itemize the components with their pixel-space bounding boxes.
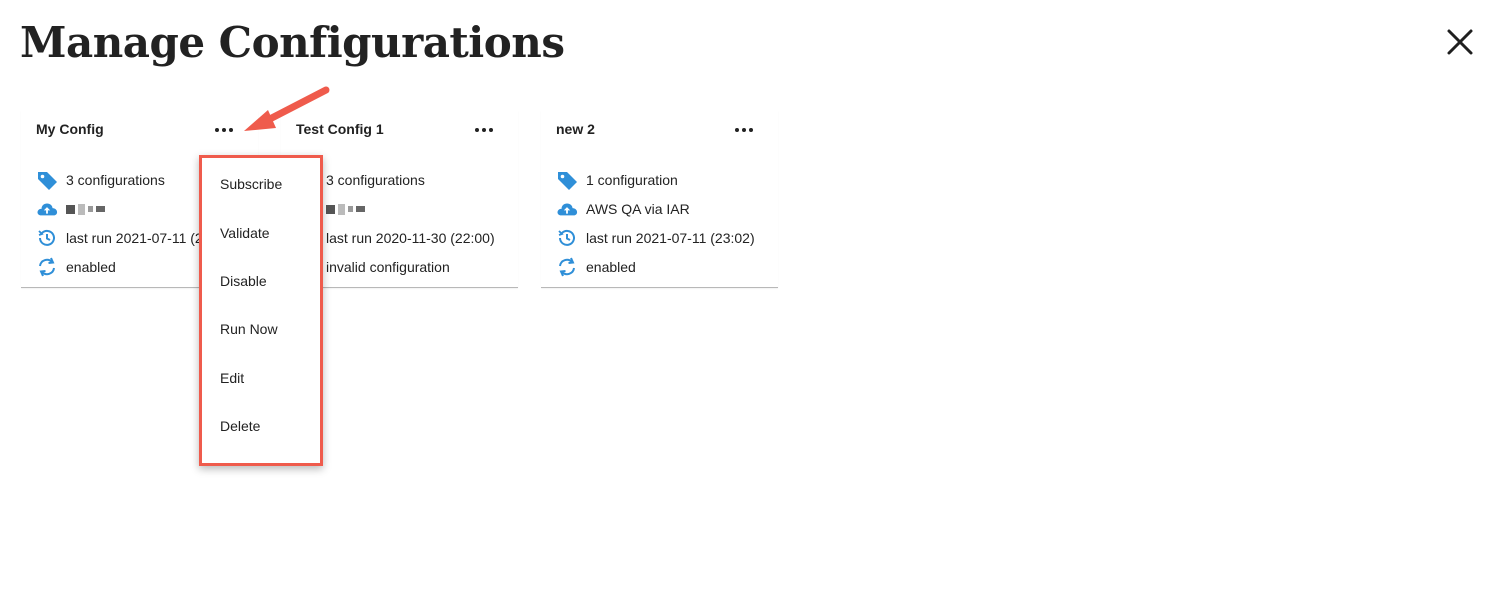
card-title: new 2 [556,121,595,137]
more-horizontal-icon [474,128,495,132]
more-options-button[interactable] [731,116,757,144]
last-run-text: last run 2021-07-11 (2 [66,230,203,246]
destination-row: AWS QA via IAR [556,198,690,220]
menu-item-validate[interactable]: Validate [220,225,270,241]
clock-history-icon [36,227,58,249]
sync-icon [556,256,578,278]
tag-icon [36,169,58,191]
configurations-count: 3 configurations [326,172,425,188]
destination-row [36,198,105,220]
menu-item-edit[interactable]: Edit [220,370,244,386]
card-actions-menu: Subscribe Validate Disable Run Now Edit … [199,155,323,466]
more-options-button[interactable] [471,116,497,144]
close-button[interactable] [1442,24,1478,60]
last-run-row: last run 2020-11-30 (22:00) [296,227,495,249]
clock-history-icon [556,227,578,249]
page-title: Manage Configurations [20,18,565,67]
annotation-arrow-icon [244,86,330,131]
status-row: enabled [36,256,116,278]
configurations-count: 3 configurations [66,172,165,188]
tag-icon [556,169,578,191]
status-text: invalid configuration [326,259,450,275]
status-text: enabled [66,259,116,275]
menu-item-delete[interactable]: Delete [220,418,260,434]
last-run-text: last run 2020-11-30 (22:00) [326,230,495,246]
cloud-upload-icon [36,198,58,220]
configurations-row: 3 configurations [36,169,165,191]
last-run-text: last run 2021-07-11 (23:02) [586,230,755,246]
config-card-new-2: new 2 1 configuration AWS QA via IAR las… [541,110,778,288]
destination-redacted [326,203,365,215]
last-run-row: last run 2021-07-11 (23:02) [556,227,755,249]
cloud-upload-icon [556,198,578,220]
status-row: enabled [556,256,636,278]
configurations-count: 1 configuration [586,172,678,188]
menu-item-run-now[interactable]: Run Now [220,321,278,337]
more-horizontal-icon [734,128,755,132]
close-icon [1447,29,1473,55]
destination-redacted [66,203,105,215]
last-run-row: last run 2021-07-11 (2 [36,227,203,249]
destination-text: AWS QA via IAR [586,201,690,217]
card-title: My Config [36,121,104,137]
menu-item-disable[interactable]: Disable [220,273,267,289]
sync-icon [36,256,58,278]
status-text: enabled [586,259,636,275]
configurations-row: 1 configuration [556,169,678,191]
menu-item-subscribe[interactable]: Subscribe [220,176,282,192]
